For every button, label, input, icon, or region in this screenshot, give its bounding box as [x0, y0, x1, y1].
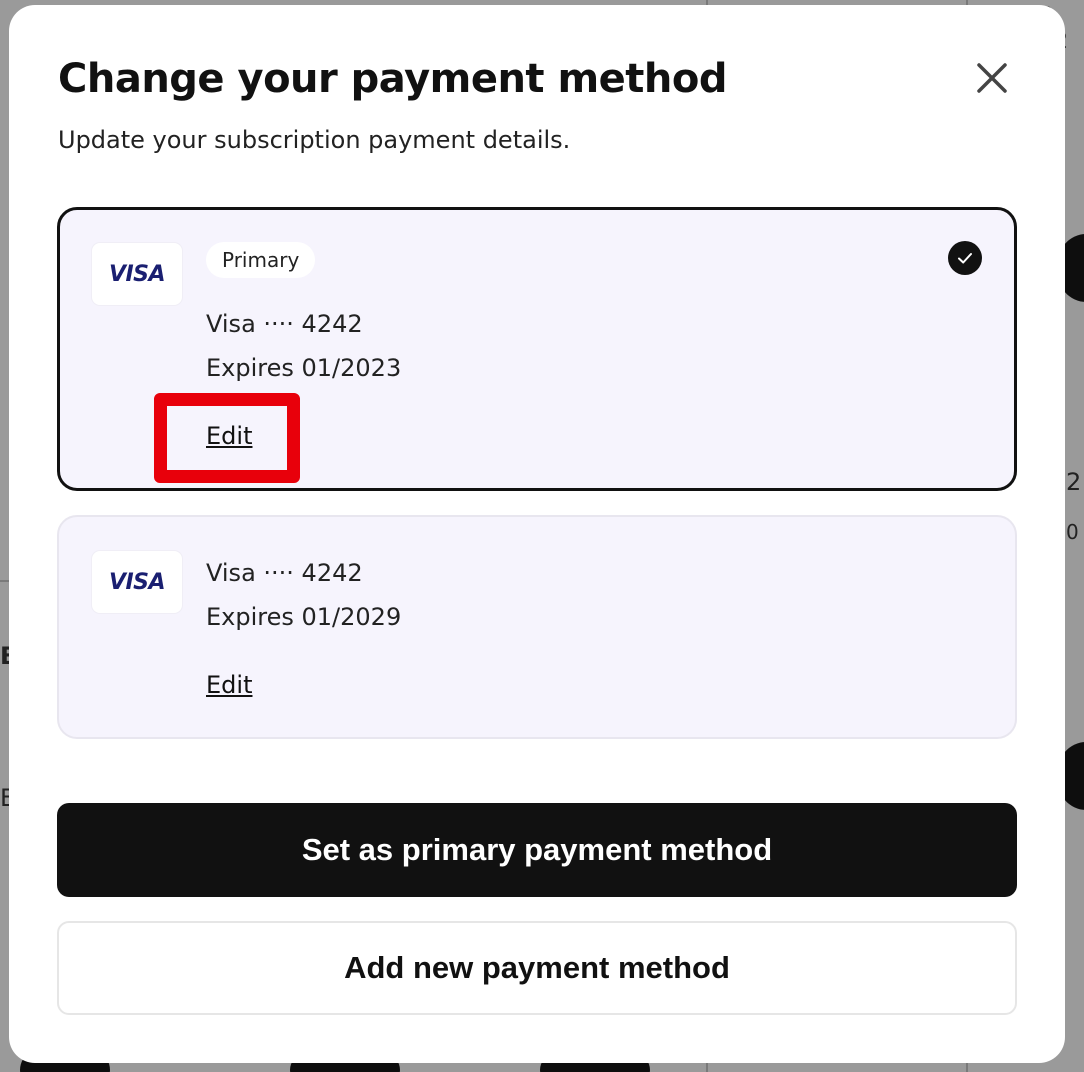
card-expiry: Expires 01/2029 — [206, 603, 402, 631]
close-button[interactable] — [971, 57, 1013, 99]
backdrop-divider — [0, 580, 9, 582]
payment-method-modal: Change your payment method Update your s… — [9, 5, 1065, 1063]
backdrop-text: 2 — [1066, 468, 1082, 496]
backdrop-text: 0 — [1066, 520, 1079, 544]
payment-method-card[interactable]: VISA Visa ···· 4242 Expires 01/2029 Edit — [57, 515, 1017, 739]
payment-method-card-primary[interactable]: VISA Primary Visa ···· 4242 Expires 01/2… — [57, 207, 1017, 491]
card-expiry: Expires 01/2023 — [206, 354, 402, 382]
edit-card-link[interactable]: Edit — [206, 420, 252, 452]
selected-check-icon — [948, 241, 982, 275]
visa-logo: VISA — [92, 551, 182, 613]
card-number: Visa ···· 4242 — [206, 559, 363, 587]
set-primary-button[interactable]: Set as primary payment method — [57, 803, 1017, 897]
modal-title: Change your payment method — [58, 56, 728, 102]
primary-badge: Primary — [206, 242, 316, 278]
edit-card-link[interactable]: Edit — [206, 669, 252, 701]
modal-subtitle: Update your subscription payment details… — [58, 126, 571, 154]
visa-logo: VISA — [92, 243, 182, 305]
card-number: Visa ···· 4242 — [206, 310, 363, 338]
close-icon — [977, 63, 1007, 93]
add-payment-method-button[interactable]: Add new payment method — [57, 921, 1017, 1015]
